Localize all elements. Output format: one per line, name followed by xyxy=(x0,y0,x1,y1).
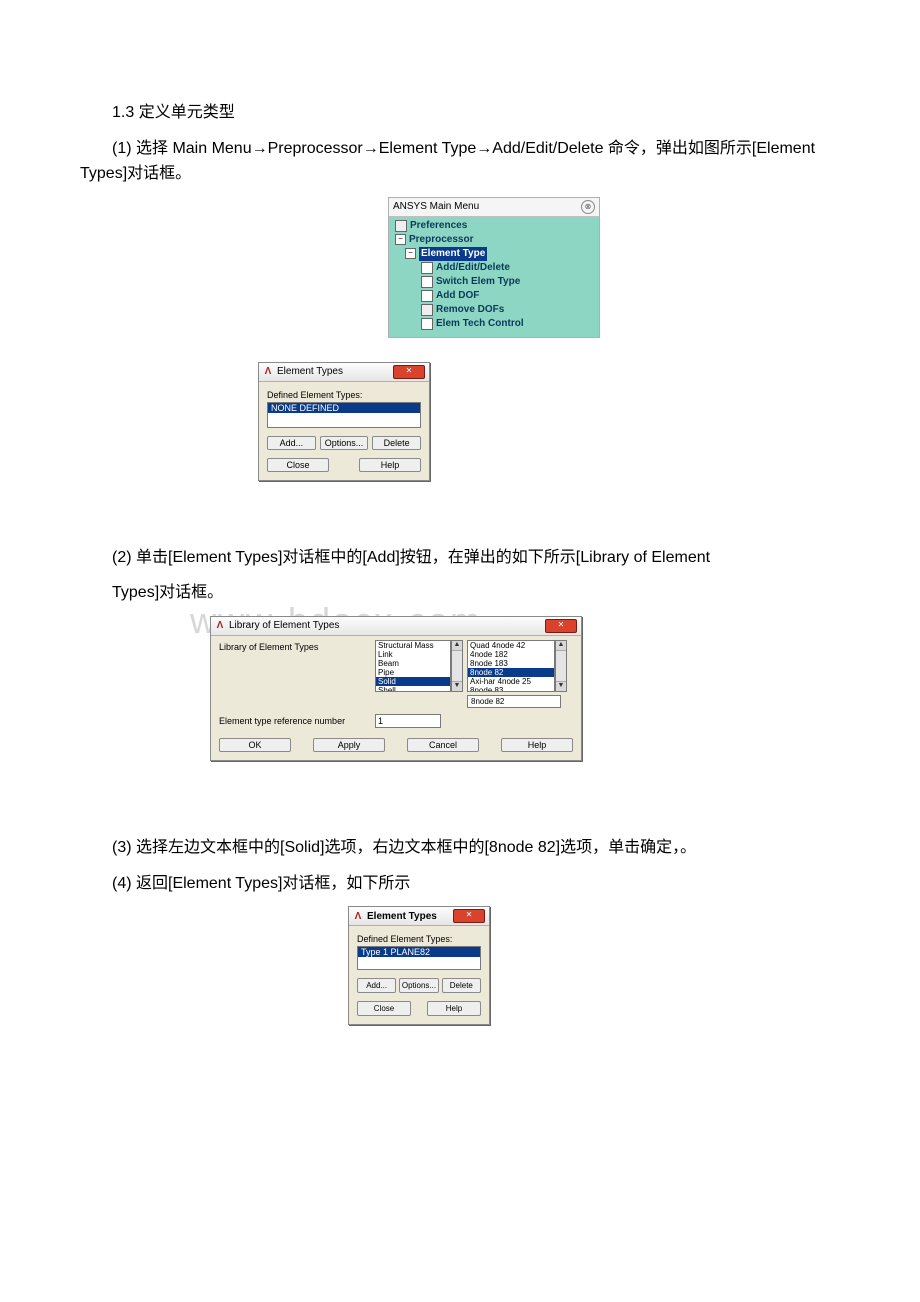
ansys-logo-icon: Λ xyxy=(215,621,225,631)
collapse-icon[interactable]: − xyxy=(395,234,406,245)
node-icon xyxy=(421,262,433,274)
tree-label: Preprocessor xyxy=(409,233,473,247)
element-types-dialog-2: Λ Element Types ✕ Defined Element Types:… xyxy=(348,906,490,1025)
help-button[interactable]: Help xyxy=(359,458,421,472)
scroll-down-icon[interactable]: ▼ xyxy=(452,681,462,691)
list-item[interactable]: Link xyxy=(376,650,450,659)
ansys-main-menu-panel: ANSYS Main Menu ⊗ Preferences − Preproce… xyxy=(388,197,600,338)
list-item[interactable]: Quad 4node 42 xyxy=(468,641,554,650)
selected-element-echo: 8node 82 xyxy=(467,695,561,708)
add-button[interactable]: Add... xyxy=(267,436,316,450)
scroll-up-icon[interactable]: ▲ xyxy=(452,641,462,651)
list-item[interactable]: Structural Mass xyxy=(376,641,450,650)
ref-number-input[interactable] xyxy=(375,714,441,728)
defined-types-list[interactable]: NONE DEFINED xyxy=(267,402,421,428)
ref-number-label: Element type reference number xyxy=(219,716,369,726)
list-item[interactable]: Axi-har 4node 25 xyxy=(468,677,554,686)
node-icon xyxy=(421,318,433,330)
close-button[interactable]: ✕ xyxy=(545,619,577,633)
close-button[interactable]: Close xyxy=(267,458,329,472)
list-item[interactable]: 8node 82 xyxy=(468,668,554,677)
list-item[interactable]: Beam xyxy=(376,659,450,668)
defined-types-label: Defined Element Types: xyxy=(357,934,481,944)
tree-item-switch-elem-type[interactable]: Switch Elem Type xyxy=(391,275,597,289)
node-icon xyxy=(421,290,433,302)
tree-label: Elem Tech Control xyxy=(436,317,524,331)
tree-label: Add DOF xyxy=(436,289,479,303)
tree-item-preferences[interactable]: Preferences xyxy=(391,219,597,233)
paragraph-3: (3) 选择左边文本框中的[Solid]选项，右边文本框中的[8node 82]… xyxy=(80,835,840,861)
dialog-title: Library of Element Types xyxy=(225,620,545,631)
add-button[interactable]: Add... xyxy=(357,978,396,993)
dialog-title: Element Types xyxy=(363,911,453,922)
close-button[interactable]: Close xyxy=(357,1001,411,1016)
delete-button[interactable]: Delete xyxy=(442,978,481,993)
defined-types-list[interactable]: Type 1 PLANE82 xyxy=(357,946,481,970)
element-listbox[interactable]: Quad 4node 42 4node 182 8node 183 8node … xyxy=(467,640,555,692)
list-item[interactable]: Type 1 PLANE82 xyxy=(358,947,480,957)
paragraph-4: (4) 返回[Element Types]对话框，如下所示 xyxy=(80,871,840,897)
tree-item-remove-dofs[interactable]: Remove DOFs xyxy=(391,303,597,317)
ansys-logo-icon: Λ xyxy=(353,911,363,921)
close-button[interactable]: ✕ xyxy=(393,365,425,379)
node-icon xyxy=(421,276,433,288)
paragraph-2b: Types]对话框。 xyxy=(80,580,840,606)
scroll-down-icon[interactable]: ▼ xyxy=(556,681,566,691)
pin-icon[interactable]: ⊗ xyxy=(581,200,595,214)
tree-label: Remove DOFs xyxy=(436,303,504,317)
node-icon xyxy=(421,304,433,316)
tree-item-preprocessor[interactable]: − Preprocessor xyxy=(391,233,597,247)
list-item[interactable]: 8node 183 xyxy=(468,659,554,668)
node-icon xyxy=(395,220,407,232)
list-item[interactable]: Pipe xyxy=(376,668,450,677)
paragraph-1: (1) 选择 Main Menu→Preprocessor→Element Ty… xyxy=(80,136,840,187)
library-element-types-dialog: Λ Library of Element Types ✕ Library of … xyxy=(210,616,582,761)
list-item[interactable]: 4node 182 xyxy=(468,650,554,659)
element-types-dialog: Λ Element Types ✕ Defined Element Types:… xyxy=(258,362,430,481)
tree-item-element-type[interactable]: − Element Type xyxy=(391,247,597,261)
list-item[interactable]: Solid xyxy=(376,677,450,686)
delete-button[interactable]: Delete xyxy=(372,436,421,450)
category-listbox[interactable]: Structural Mass Link Beam Pipe Solid She… xyxy=(375,640,451,692)
tree-label: Element Type xyxy=(419,247,487,261)
library-label: Library of Element Types xyxy=(219,640,369,652)
tree-label: Switch Elem Type xyxy=(436,275,520,289)
list-item[interactable]: NONE DEFINED xyxy=(268,403,420,413)
section-title: 1.3 定义单元类型 xyxy=(80,100,840,126)
defined-types-label: Defined Element Types: xyxy=(267,390,421,400)
tree-item-add-dof[interactable]: Add DOF xyxy=(391,289,597,303)
list-item[interactable]: 8node 83 xyxy=(468,686,554,692)
menu-title: ANSYS Main Menu xyxy=(393,201,479,212)
tree-label: Add/Edit/Delete xyxy=(436,261,510,275)
tree-item-add-edit-delete[interactable]: Add/Edit/Delete xyxy=(391,261,597,275)
scrollbar[interactable]: ▲ ▼ xyxy=(451,640,463,692)
list-item[interactable]: Shell xyxy=(376,686,450,692)
scroll-up-icon[interactable]: ▲ xyxy=(556,641,566,651)
help-button[interactable]: Help xyxy=(501,738,573,752)
ansys-logo-icon: Λ xyxy=(263,367,273,377)
tree-label: Preferences xyxy=(410,219,467,233)
tree-item-elem-tech-control[interactable]: Elem Tech Control xyxy=(391,317,597,331)
scrollbar[interactable]: ▲ ▼ xyxy=(555,640,567,692)
cancel-button[interactable]: Cancel xyxy=(407,738,479,752)
help-button[interactable]: Help xyxy=(427,1001,481,1016)
dialog-title: Element Types xyxy=(273,366,393,377)
options-button[interactable]: Options... xyxy=(320,436,369,450)
paragraph-2: (2) 单击[Element Types]对话框中的[Add]按钮，在弹出的如下… xyxy=(80,545,840,571)
ok-button[interactable]: OK xyxy=(219,738,291,752)
options-button[interactable]: Options... xyxy=(399,978,438,993)
apply-button[interactable]: Apply xyxy=(313,738,385,752)
collapse-icon[interactable]: − xyxy=(405,248,416,259)
close-button[interactable]: ✕ xyxy=(453,909,485,923)
